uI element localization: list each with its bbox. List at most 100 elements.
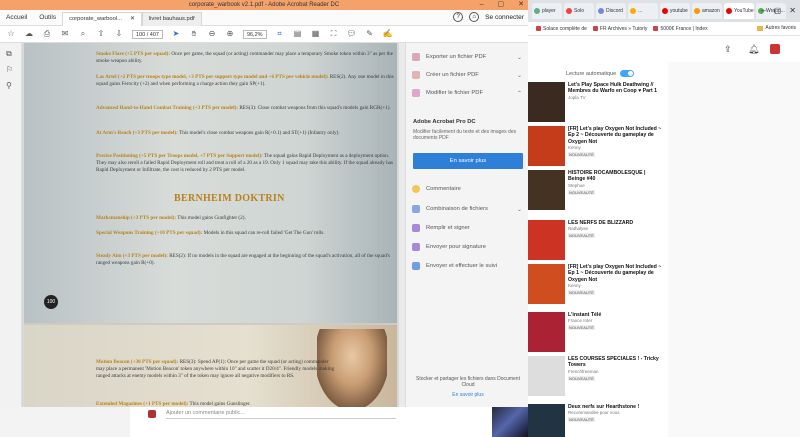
video-list-item[interactable]: L'instant Télé France Inter NOUVEAUTÉ (528, 312, 666, 356)
tool-fill-sign[interactable]: Remplir et signer (412, 224, 524, 232)
pdf-paragraph: Special Weapons Training (+10 PTS per sq… (96, 230, 396, 237)
video-list-item[interactable]: LES NERFS DE BLIZZARD Nathalyse NOUVEAUTÉ (528, 220, 666, 264)
help-icon[interactable]: ? (453, 12, 464, 22)
star-icon[interactable]: ☆ (6, 29, 16, 39)
menu-accueil[interactable]: Accueil (0, 14, 33, 21)
video-channel[interactable]: Nathalyse (568, 226, 664, 232)
page-up-icon[interactable]: ⇧ (96, 29, 106, 39)
video-channel[interactable]: Jopla TV (568, 95, 664, 101)
video-list-item[interactable]: [FR] Let's play Oxygen Not Included ~ Ep… (528, 126, 666, 170)
tool-send-track[interactable]: Envoyer et effectuer le suivi (412, 262, 524, 270)
video-thumbnail[interactable] (528, 220, 565, 260)
bookmark[interactable]: 5000€ France | Index (653, 26, 708, 32)
browser-tab[interactable]: ... (628, 3, 658, 19)
video-thumbnail[interactable] (528, 356, 565, 396)
maximize-icon[interactable]: ▢ (774, 6, 782, 15)
video-channel[interactable]: Kenny (568, 283, 664, 289)
video-channel[interactable]: Kenny (568, 145, 664, 151)
video-channel[interactable]: France Inter (568, 318, 664, 324)
video-thumbnail[interactable] (528, 126, 565, 166)
browser-tab-active[interactable]: YouTube (724, 3, 754, 19)
document-tab[interactable]: livret bauhaus.pdf (141, 11, 202, 26)
menu-outils[interactable]: Outils (33, 14, 62, 21)
browser-tab[interactable]: Discord (596, 3, 626, 19)
browser-tab[interactable]: Solo (564, 3, 594, 19)
fit-page-icon[interactable]: ▤ (293, 29, 303, 39)
video-list-item[interactable]: Let's Play Space Hulk Deathwing // Membr… (528, 82, 666, 126)
learn-more-link[interactable]: En savoir plus (416, 392, 520, 398)
sign-icon[interactable]: ✍ (383, 29, 393, 39)
video-channel[interactable]: Recommandée pour vous (568, 410, 664, 416)
video-thumbnail[interactable] (528, 404, 565, 437)
tool-send-signature[interactable]: Envoyer pour signature (412, 243, 524, 251)
bookmark[interactable]: FR Archives » Tutoriy (592, 26, 647, 32)
tab-label: Solo (574, 8, 585, 14)
zoom-in-icon[interactable]: ⊕ (225, 29, 235, 39)
minimize-icon[interactable]: – (480, 0, 484, 10)
avatar[interactable] (770, 44, 780, 54)
maximize-icon[interactable]: ▢ (498, 0, 505, 10)
video-thumbnail[interactable] (528, 82, 565, 122)
browser-tab[interactable]: player (532, 3, 562, 19)
video-title[interactable]: [FR] Let's play Oxygen Not Included ~ Ep… (568, 264, 664, 283)
video-thumbnail[interactable] (492, 404, 528, 437)
document-tab[interactable]: corporate_warbool... ✕ (62, 11, 142, 26)
learn-more-button[interactable]: En savoir plus (413, 153, 523, 169)
zoom-field[interactable]: 96,2% (242, 29, 267, 39)
page-number-field[interactable]: 100 / 407 (132, 29, 163, 39)
chevron-down-icon[interactable]: ⌄ (517, 54, 522, 61)
chevron-down-icon[interactable]: ⌄ (517, 72, 522, 79)
video-channel[interactable]: Frenchfreeman (568, 369, 664, 375)
video-title[interactable]: [FR] Let's play Oxygen Not Included ~ Ep… (568, 126, 664, 145)
tool-export-pdf[interactable]: Exporter un fichier PDF ⌄ (412, 53, 524, 61)
video-thumbnail[interactable] (528, 170, 565, 210)
chevron-up-icon[interactable]: ⌃ (517, 90, 522, 97)
video-list-item[interactable]: HISTOIRE ROCAMBOLESQUE | Beinge #40 Steph… (528, 170, 666, 214)
browser-tab[interactable]: youtube (660, 3, 690, 19)
page-down-icon[interactable]: ⇩ (114, 29, 124, 39)
attachment-icon[interactable]: ⚲ (6, 81, 12, 90)
upload-icon[interactable]: ⇪ (724, 44, 732, 55)
zoom-out-icon[interactable]: ⊖ (207, 29, 217, 39)
close-icon[interactable]: ✕ (789, 6, 796, 15)
close-icon[interactable]: ✕ (518, 0, 524, 10)
notifications-bell-icon[interactable]: 🔔︎ (748, 44, 759, 55)
page-thumbnails-icon[interactable]: ⧉ (6, 49, 12, 59)
pen-icon[interactable]: ✎ (365, 29, 375, 39)
close-tab-icon[interactable]: ✕ (130, 16, 135, 22)
cloud-upload-icon[interactable]: ☁ (24, 29, 34, 39)
comment-input[interactable]: Ajouter un commentaire public... (166, 410, 396, 419)
video-thumbnail[interactable] (528, 312, 565, 352)
bookmark[interactable]: Solace complète de (536, 26, 587, 32)
search-icon[interactable]: ⌕ (78, 29, 88, 39)
video-list-item[interactable]: Deux nerfs sur Hearthstone ! Recommandée … (528, 404, 666, 437)
other-bookmarks[interactable]: Autres favoris (757, 25, 796, 31)
video-title[interactable]: LES COURSES SPECIALES ! - Tricky Towers (568, 356, 664, 369)
video-title[interactable]: HISTOIRE ROCAMBOLESQUE | Beinge #40 (568, 170, 664, 183)
tool-comment[interactable]: Commentaire (412, 185, 524, 193)
select-cursor-icon[interactable]: ➤ (171, 29, 181, 39)
chevron-down-icon[interactable]: ⌄ (517, 206, 522, 213)
notifications-icon[interactable]: ⌂ (469, 12, 480, 22)
scroll-mode-icon[interactable]: ▦ (311, 29, 321, 39)
hand-tool-icon[interactable]: ✋︎ (189, 29, 199, 39)
video-title[interactable]: Let's Play Space Hulk Deathwing // Membr… (568, 82, 664, 95)
bookmark-icon[interactable]: ⚐ (6, 65, 13, 74)
tool-create-pdf[interactable]: Créer un fichier PDF ⌄ (412, 71, 524, 79)
fullscreen-icon[interactable]: ⛶ (329, 29, 339, 39)
tool-combine-files[interactable]: Combinaison de fichiers ⌄ (412, 205, 524, 213)
email-icon[interactable]: ✉ (60, 29, 70, 39)
print-icon[interactable]: ⎙ (42, 29, 52, 39)
video-list-item[interactable]: [FR] Let's play Oxygen Not Included ~ Ep… (528, 264, 666, 308)
browser-tab[interactable]: amazon (692, 3, 722, 19)
video-list-item[interactable]: LES COURSES SPECIALES ! - Tricky Towers F… (528, 356, 666, 400)
video-channel[interactable]: Stephoe (568, 183, 664, 189)
signin-button[interactable]: Se connecter (485, 14, 524, 21)
video-thumbnail[interactable] (528, 264, 565, 304)
tool-edit-pdf[interactable]: Modifier le fichier PDF ⌃ (412, 89, 524, 97)
minimize-icon[interactable]: – (761, 6, 765, 15)
crop-icon[interactable]: ⌗ (275, 29, 285, 39)
autoplay-toggle[interactable] (620, 70, 635, 77)
comment-icon[interactable]: 💬︎ (347, 29, 357, 39)
pdf-viewer[interactable]: Smoke Flare (+5 PTS per squad): Once per… (22, 43, 405, 407)
